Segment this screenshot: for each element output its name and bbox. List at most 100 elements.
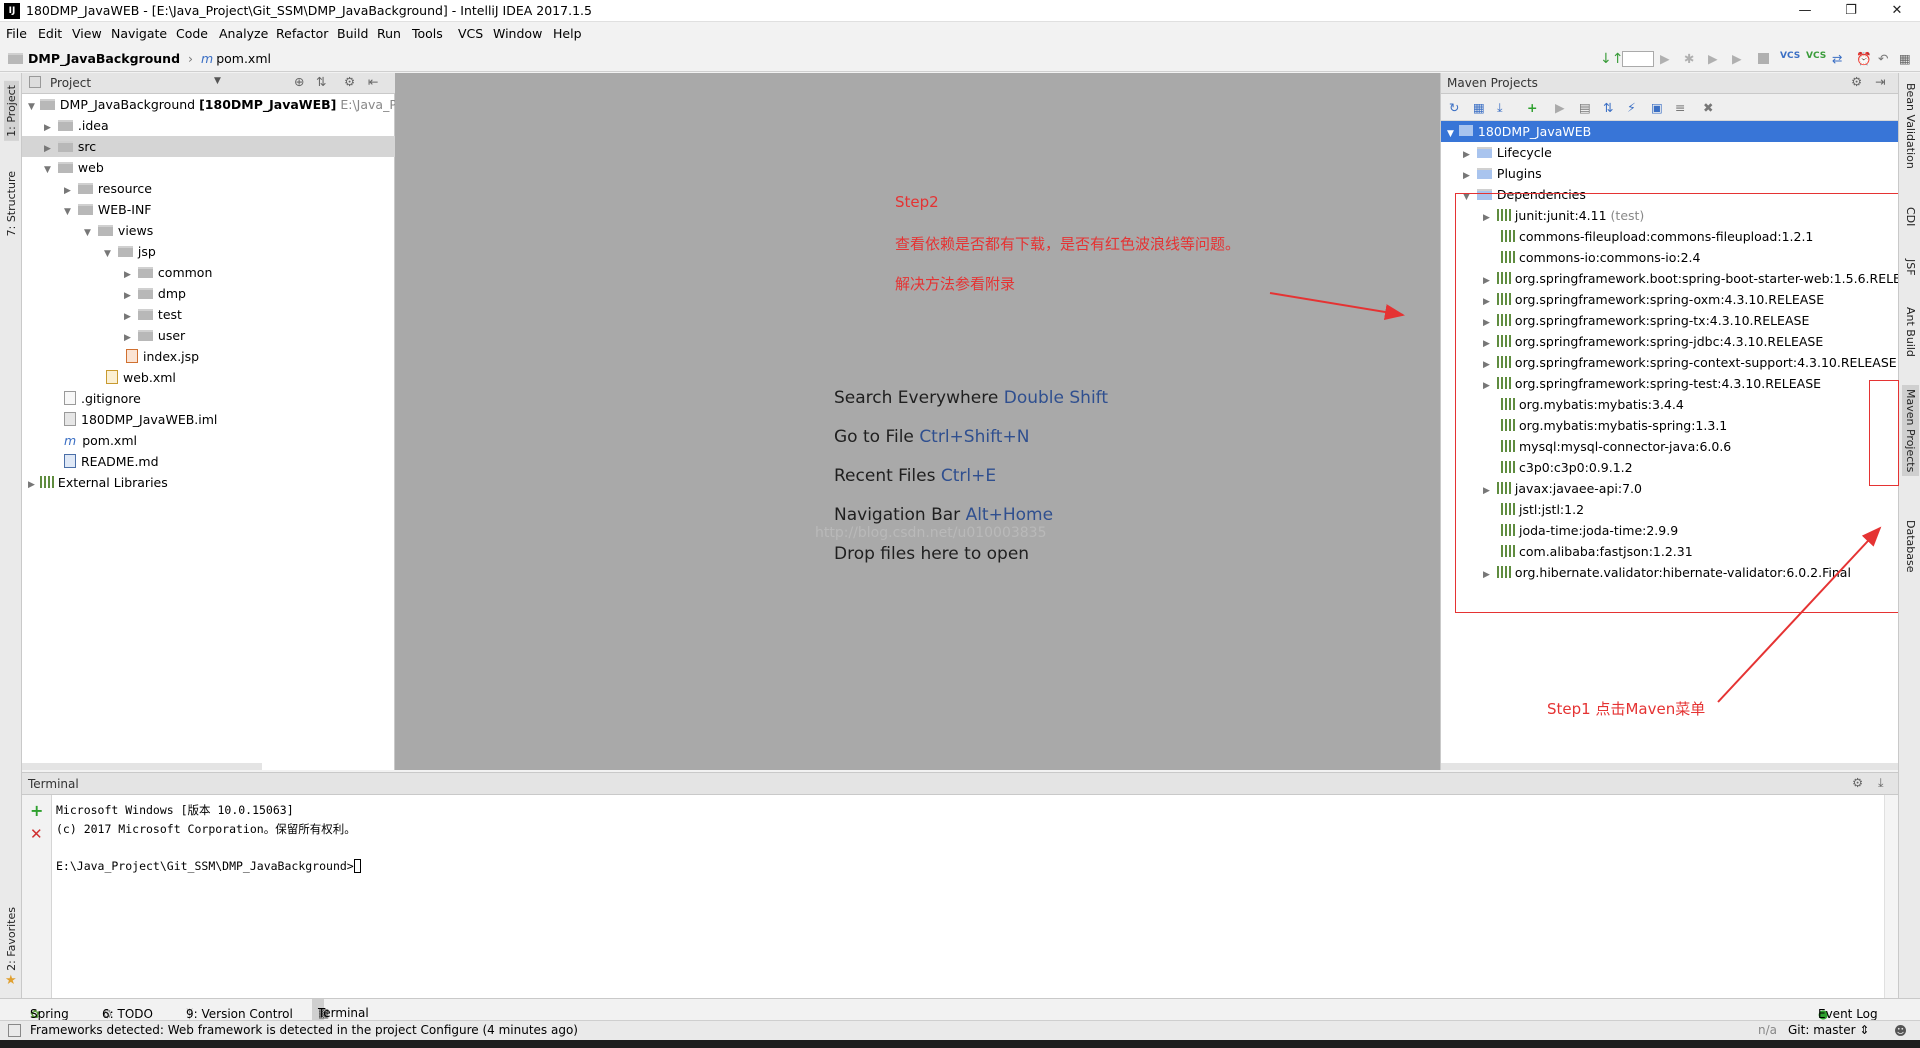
menu-refactor[interactable]: Refactor (276, 26, 328, 41)
dependency-item[interactable]: com.alibaba:fastjson:1.2.31 (1501, 541, 1693, 562)
inspector-icon[interactable]: ☻ (1894, 1023, 1907, 1038)
run-goal-icon[interactable]: ▶ (1555, 100, 1570, 115)
terminal-prompt[interactable]: E:\Java_Project\Git_SSM\DMP_JavaBackgrou… (56, 859, 361, 873)
tree-item-idea[interactable]: ▶ .idea (44, 115, 109, 136)
tab-project[interactable]: 1: Project (4, 81, 19, 141)
tree-item-views[interactable]: ▼ views (84, 220, 153, 241)
run-config-dropdown[interactable] (1622, 51, 1654, 67)
dependency-item[interactable]: org.mybatis:mybatis:3.4.4 (1501, 394, 1684, 415)
maven-lifecycle-node[interactable]: ▶ Lifecycle (1463, 142, 1552, 163)
gear-icon[interactable]: ⚙ (1851, 74, 1862, 89)
horizontal-scrollbar[interactable] (1441, 763, 1899, 770)
settings-icon[interactable]: ✖ (1703, 100, 1718, 115)
toggle-tool-windows-icon[interactable] (8, 1024, 21, 1037)
tab-structure[interactable]: 7: Structure (4, 167, 19, 240)
dependency-item[interactable]: ▶ org.springframework:spring-test:4.3.10.… (1483, 373, 1821, 394)
dependency-item[interactable]: jstl:jstl:1.2 (1501, 499, 1584, 520)
breadcrumb-project[interactable]: DMP_JavaBackground (28, 51, 180, 66)
hide-panel-icon[interactable]: ⇤ (368, 74, 378, 89)
dependency-item[interactable]: mysql:mysql-connector-java:6.0.6 (1501, 436, 1731, 457)
minimize-icon[interactable]: — (1782, 0, 1828, 22)
tree-item-pom[interactable]: m pom.xml (64, 430, 137, 451)
toggle-offline-icon[interactable]: ⇅ (1603, 100, 1618, 115)
dependency-item[interactable]: ▶ org.hibernate.validator:hibernate-valid… (1483, 562, 1851, 583)
tree-item-readme[interactable]: README.md (64, 451, 159, 472)
gear-icon[interactable]: ⚙ (344, 74, 355, 89)
maven-project-node[interactable]: ▼ 180DMP_JavaWEB (1441, 121, 1899, 142)
menu-vcs[interactable]: VCS (458, 26, 483, 41)
vertical-scrollbar[interactable] (1884, 795, 1898, 999)
menu-tools[interactable]: Tools (412, 26, 443, 41)
dependency-item[interactable]: ▶ org.springframework.boot:spring-boot-st… (1483, 268, 1920, 289)
hide-panel-icon[interactable]: ⇥ (1875, 74, 1885, 89)
close-icon[interactable]: ✕ (1874, 0, 1920, 22)
collapse-all-icon[interactable]: ≡ (1675, 100, 1690, 115)
tree-item-user[interactable]: ▶ user (124, 325, 185, 346)
tab-database[interactable]: Database (1903, 518, 1918, 575)
collapse-icon[interactable]: ⇅ (316, 74, 326, 89)
menu-window[interactable]: Window (493, 26, 542, 41)
build-icon[interactable]: ↓↑ (1600, 51, 1623, 67)
coverage-icon[interactable]: ▶ (1708, 51, 1724, 66)
vcs-update-icon[interactable]: VCS (1780, 51, 1800, 66)
menu-analyze[interactable]: Analyze (219, 26, 268, 41)
menu-code[interactable]: Code (176, 26, 208, 41)
menu-help[interactable]: Help (553, 26, 582, 41)
view-mode-dropdown-icon[interactable]: ▼ (214, 76, 221, 86)
dependency-item[interactable]: ▶ org.springframework:spring-context-supp… (1483, 352, 1897, 373)
compare-icon[interactable]: ⇄ (1832, 51, 1848, 66)
dependency-item[interactable]: ▶ org.springframework:spring-tx:4.3.10.RE… (1483, 310, 1809, 331)
reimport-icon[interactable]: ↻ (1449, 100, 1464, 115)
tree-item-src[interactable]: ▶ src (22, 136, 395, 157)
tree-item-test[interactable]: ▶ test (124, 304, 182, 325)
project-structure-icon[interactable]: ▦ (1899, 51, 1915, 66)
menu-run[interactable]: Run (377, 26, 401, 41)
dependency-item[interactable]: ▶ org.springframework:spring-jdbc:4.3.10.… (1483, 331, 1823, 352)
dependency-item[interactable]: joda-time:joda-time:2.9.9 (1501, 520, 1678, 541)
status-message[interactable]: Frameworks detected: Web framework is de… (30, 1023, 578, 1037)
maven-dependencies-node[interactable]: ▼ Dependencies (1463, 184, 1586, 205)
tab-terminal[interactable]: ▩ Terminal (312, 999, 369, 1020)
menu-file[interactable]: File (6, 26, 27, 41)
show-dependencies-icon[interactable]: ▣ (1651, 100, 1666, 115)
maximize-icon[interactable]: ❐ (1828, 0, 1874, 22)
hide-panel-icon[interactable]: ⤓ (1878, 775, 1884, 791)
tree-item-external-libraries[interactable]: ▶ External Libraries (28, 472, 168, 493)
debug-icon[interactable]: ✱ (1684, 51, 1700, 66)
tree-item-web[interactable]: ▼ web (44, 157, 104, 178)
tree-item-gitignore[interactable]: .gitignore (64, 388, 141, 409)
tree-root[interactable]: ▼ DMP_JavaBackground [180DMP_JavaWEB] E:\… (28, 94, 413, 115)
tree-item-common[interactable]: ▶ common (124, 262, 212, 283)
dependency-item[interactable]: org.mybatis:mybatis-spring:1.3.1 (1501, 415, 1727, 436)
git-branch-widget[interactable]: Git: master ⇕ (1788, 1023, 1869, 1037)
menu-view[interactable]: View (72, 26, 102, 41)
tree-item-web-xml[interactable]: web.xml (106, 367, 176, 388)
stop-icon[interactable] (1758, 53, 1769, 64)
dependency-item[interactable]: commons-io:commons-io:2.4 (1501, 247, 1700, 268)
menu-edit[interactable]: Edit (38, 26, 62, 41)
tab-cdi[interactable]: CDI (1903, 205, 1918, 228)
breadcrumb-file[interactable]: pom.xml (216, 51, 271, 66)
tab-ant-build[interactable]: Ant Build (1903, 305, 1918, 359)
tree-item-web-inf[interactable]: ▼ WEB-INF (64, 199, 152, 220)
menu-navigate[interactable]: Navigate (111, 26, 167, 41)
maven-plugins-node[interactable]: ▶ Plugins (1463, 163, 1542, 184)
dependency-item[interactable]: ▶ junit:junit:4.11 (test) (1483, 205, 1644, 226)
run-icon[interactable]: ▶ (1660, 51, 1676, 66)
execute-icon[interactable]: ▤ (1579, 100, 1594, 115)
horizontal-scrollbar[interactable] (22, 763, 262, 770)
add-icon[interactable]: + (1527, 100, 1542, 115)
dependency-item[interactable]: commons-fileupload:commons-fileupload:1.… (1501, 226, 1813, 247)
revert-icon[interactable]: ↶ (1878, 51, 1894, 66)
tree-item-jsp[interactable]: ▼ jsp (104, 241, 156, 262)
generate-sources-icon[interactable]: ▦ (1473, 100, 1488, 115)
dependency-item[interactable]: c3p0:c3p0:0.9.1.2 (1501, 457, 1633, 478)
tree-item-iml[interactable]: 180DMP_JavaWEB.iml (64, 409, 217, 430)
menu-build[interactable]: Build (337, 26, 368, 41)
download-icon[interactable]: ⤓ (1497, 100, 1512, 115)
dependency-item[interactable]: ▶ org.springframework:spring-oxm:4.3.10.R… (1483, 289, 1824, 310)
tab-maven-projects[interactable]: Maven Projects (1902, 385, 1919, 477)
close-session-icon[interactable]: ✕ (30, 825, 43, 843)
tab-jsf[interactable]: JSF (1903, 257, 1918, 278)
tree-item-index-jsp[interactable]: index.jsp (126, 346, 199, 367)
